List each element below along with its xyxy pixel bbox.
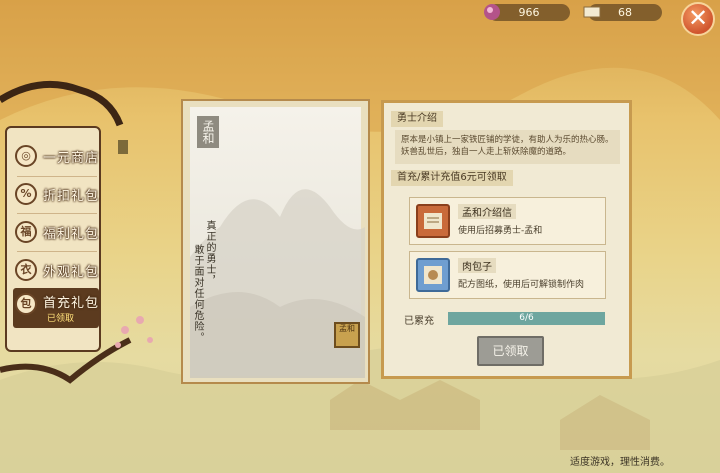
gem-count: 966 (518, 6, 540, 19)
divider (17, 176, 97, 177)
gem-counter: 966 (484, 4, 570, 21)
menu-item-label: 福利礼包 (43, 227, 100, 242)
close-icon: ✕ (687, 4, 709, 32)
menu-item-label: 首充礼包 (43, 296, 100, 311)
reward-title: 首充/累计充值6元可领取 (391, 170, 513, 186)
reward-desc: 配方图纸，使用后可解锁制作肉 (458, 280, 585, 290)
menu-item-one-yuan-shop[interactable]: ◎ 一元商店 (13, 140, 99, 174)
ticket-count: 68 (618, 6, 632, 19)
divider (17, 213, 97, 214)
outfit-icon: 衣 (15, 259, 37, 281)
intro-title: 勇士介绍 (391, 111, 443, 127)
hero-name: 孟和 (197, 116, 219, 148)
progress-label: 已累充 (404, 316, 434, 327)
menu-item-label: 外观礼包 (43, 265, 100, 280)
shop-menu: ◎ 一元商店 % 折扣礼包 福 福利礼包 衣 外观礼包 包 首充礼包 已领取 (5, 126, 101, 352)
reward-item[interactable]: 孟和介绍信 使用后招募勇士-孟和 (409, 197, 606, 245)
reward-name: 孟和介绍信 (458, 204, 516, 219)
intro-text: 原本是小镇上一家铁匠铺的学徒，有助人为乐的热心肠。妖兽乱世后，独自一人走上斩妖除… (395, 130, 620, 164)
seal-stamp: 孟和 (334, 322, 360, 348)
menu-item-label: 折扣礼包 (43, 189, 100, 204)
claim-button[interactable]: 已领取 (477, 336, 544, 366)
coin-icon: ◎ (15, 145, 37, 167)
reward-desc: 使用后招募勇士-孟和 (458, 226, 543, 236)
health-notice: 适度游戏，理性消费。 (570, 457, 670, 468)
menu-item-welfare-pack[interactable]: 福 福利礼包 (13, 216, 99, 250)
hero-quote-line1: 真正的勇士， (204, 220, 215, 286)
bun-recipe-icon (416, 258, 450, 292)
gift-jar-icon: 福 (15, 221, 37, 243)
letter-icon (416, 204, 450, 238)
reward-item[interactable]: 肉包子 配方图纸，使用后可解锁制作肉 (409, 251, 606, 299)
stamp-text: 孟和 (339, 324, 355, 333)
menu-item-first-recharge-pack[interactable]: 包 首充礼包 已领取 (13, 288, 99, 328)
menu-item-label: 一元商店 (43, 151, 100, 166)
hero-quote-line2: 敢于面对任何危险。 (192, 244, 203, 343)
reward-name: 肉包子 (458, 258, 496, 273)
close-button[interactable]: ✕ (681, 2, 715, 36)
menu-item-outfit-pack[interactable]: 衣 外观礼包 (13, 254, 99, 288)
claimed-badge: 已领取 (47, 314, 75, 324)
discount-icon: % (15, 183, 37, 205)
bag-icon: 包 (15, 293, 37, 315)
menu-item-discount-pack[interactable]: % 折扣礼包 (13, 178, 99, 212)
progress-text: 6/6 (519, 313, 534, 323)
recharge-progress-bar: 6/6 (448, 312, 605, 325)
ticket-counter: 68 (583, 4, 662, 21)
divider (17, 251, 97, 252)
